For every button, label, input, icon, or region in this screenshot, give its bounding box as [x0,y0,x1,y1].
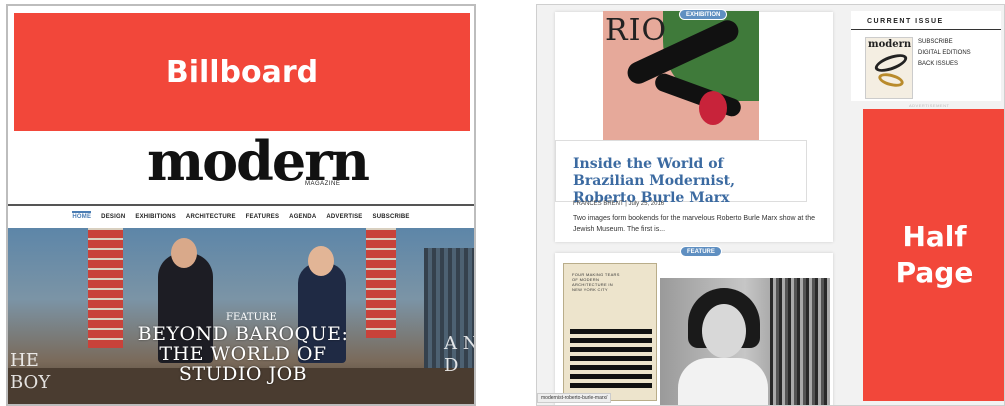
current-issue-cover[interactable]: modern [865,37,913,99]
main-nav: HOME DESIGN EXHIBITIONS ARCHITECTURE FEA… [8,211,474,225]
subscribe-link[interactable]: SUBSCRIBE [918,37,971,48]
category-badge[interactable]: EXHIBITION [679,9,728,20]
hero-pillar-right [366,228,396,338]
current-issue-links: SUBSCRIBE DIGITAL EDITIONS BACK ISSUES [918,37,971,70]
artwork-rio-text: RIO [605,13,668,48]
hero-slider[interactable]: HE BOY A N D FEATURE BEYOND BAROQUE: THE… [8,228,474,404]
advertisement-label: ADVERTISEMENT [909,103,950,108]
story-image-rio-artwork[interactable]: RIO [603,11,759,147]
hero-prev-slide-title[interactable]: HE BOY [10,350,50,394]
cover-swirl [872,50,910,76]
nav-item-design[interactable]: DESIGN [101,211,125,225]
portrait-bookshelf [770,278,830,405]
half-page-ad[interactable]: Half Page [863,109,1004,401]
story-image-portrait[interactable] [660,278,830,405]
current-issue-divider [851,29,1001,30]
nav-item-architecture[interactable]: ARCHITECTURE [186,211,236,225]
half-page-ad-label: Half Page [895,220,974,289]
category-badge[interactable]: FEATURE [680,246,722,257]
hero-kicker: FEATURE [226,312,277,323]
nav-item-features[interactable]: FEATURES [246,211,280,225]
hero-next-slide-title[interactable]: A N D [444,333,474,377]
digital-editions-link[interactable]: DIGITAL EDITIONS [918,48,971,59]
book-cover-text: FOUR MAKING TEARS OF MODERN ARCHITECTURE… [572,272,620,292]
nav-divider [8,204,474,206]
hero-headline[interactable]: BEYOND BAROQUE: THE WORLD OF STUDIO JOB [118,324,368,384]
billboard-ad[interactable]: Billboard [14,13,470,131]
hero-person-man-head [171,238,197,268]
site-logo[interactable]: modern MAGAZINE [8,131,474,193]
nav-item-exhibitions[interactable]: EXHIBITIONS [135,211,176,225]
current-issue-title: CURRENT ISSUE [867,18,944,25]
nav-item-agenda[interactable]: AGENDA [289,211,316,225]
book-cover-stripes [570,328,652,388]
back-issues-link[interactable]: BACK ISSUES [918,59,971,70]
story-excerpt: Two images form bookends for the marvelo… [573,215,815,233]
story-image-book-cover[interactable]: FOUR MAKING TEARS OF MODERN ARCHITECTURE… [563,263,657,401]
story-title[interactable]: Inside the World of Brazilian Modernist,… [573,156,793,207]
nav-item-home[interactable]: HOME [72,211,92,225]
nav-item-advertise[interactable]: ADVERTISE [326,211,362,225]
cover-wordmark: modern [868,39,912,50]
logo-subtitle: MAGAZINE [305,181,341,187]
hero-person-woman-head [308,246,334,276]
homepage-preview-panel: Billboard modern MAGAZINE HOME DESIGN EX… [6,4,476,406]
story-byline: FRANCES BRENT | July 25, 2016 [573,201,665,207]
portrait-face [702,304,746,358]
browser-status-url: modernist-roberto-burle-marx/ [537,393,612,403]
cover-swirl [876,70,906,90]
nav-item-subscribe[interactable]: SUBSCRIBE [373,211,410,225]
billboard-ad-label: Billboard [165,54,319,90]
artwork-red-shape [699,91,727,125]
article-list-preview-panel: RIO EXHIBITION Inside the World of Brazi… [536,4,1005,406]
portrait-shirt [678,358,768,405]
